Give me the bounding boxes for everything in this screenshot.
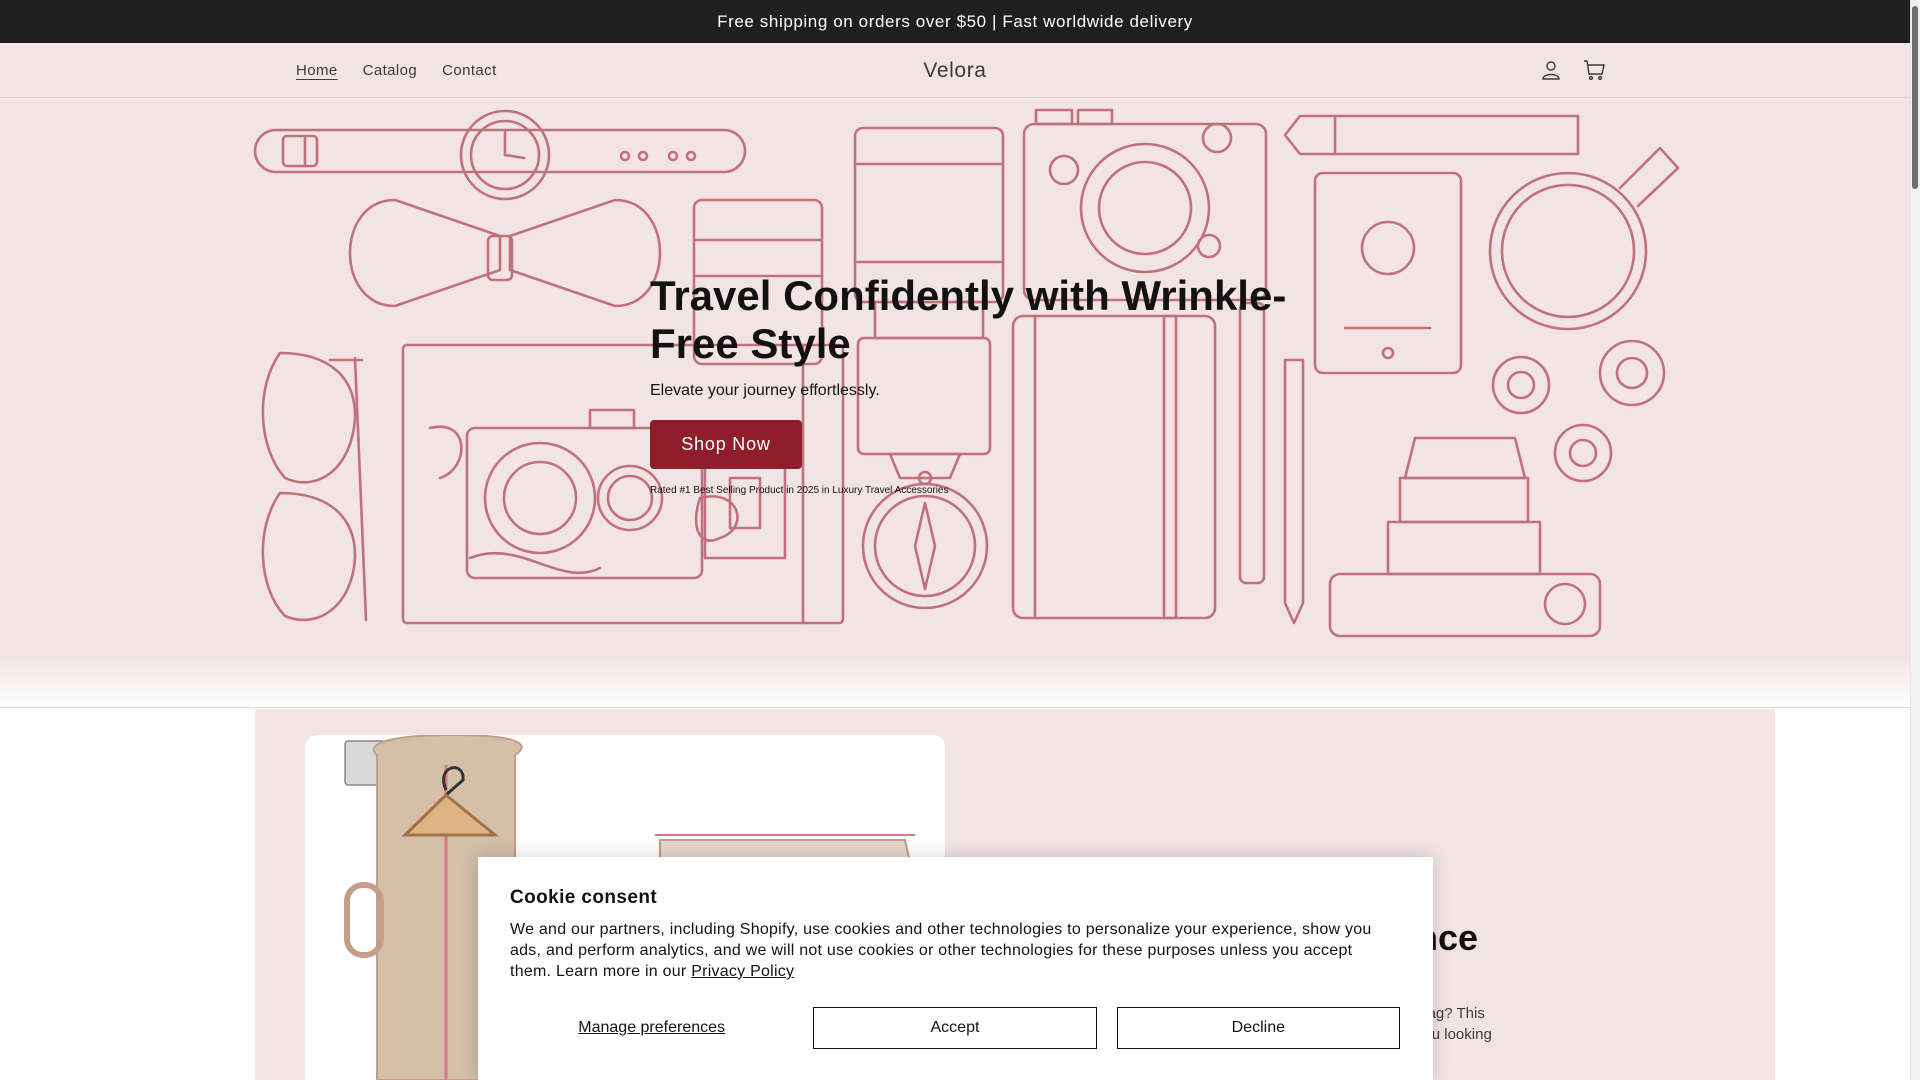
hero-rating-note: Rated #1 Best Selling Product in 2025 in… — [650, 485, 949, 496]
cookie-body: We and our partners, including Shopify, … — [510, 919, 1390, 982]
sunglasses-icon — [261, 351, 368, 622]
cart-icon[interactable] — [1580, 55, 1610, 85]
section-divider — [0, 658, 1910, 708]
mirror-icon — [1488, 146, 1680, 331]
bow-tie-icon — [348, 198, 662, 308]
privacy-policy-link[interactable]: Privacy Policy — [691, 963, 794, 980]
hero-subtitle: Elevate your journey effortlessly. — [650, 382, 880, 399]
hero-banner: Travel Confidently with Wrinkle-Free Sty… — [0, 98, 1910, 658]
brand-wrapper: Velora — [0, 43, 1910, 98]
account-icon[interactable] — [1536, 55, 1566, 85]
scrollbar-thumb[interactable] — [1912, 6, 1918, 189]
pencil-icon — [1283, 114, 1580, 156]
tape-icon — [1491, 339, 1666, 483]
main-nav: Home Catalog Contact — [296, 43, 497, 98]
nav-home[interactable]: Home — [296, 62, 338, 79]
accept-button[interactable]: Accept — [813, 1007, 1097, 1049]
page-scrollbar[interactable] — [1910, 0, 1920, 1080]
nav-contact[interactable]: Contact — [442, 62, 497, 79]
cookie-actions: Manage preferences Accept Decline — [510, 1007, 1400, 1049]
cookie-consent-dialog: Cookie consent We and our partners, incl… — [478, 857, 1433, 1080]
nav-catalog[interactable]: Catalog — [363, 62, 418, 79]
hero-content: Travel Confidently with Wrinkle-Free Sty… — [650, 272, 1290, 496]
brand-logo[interactable]: Velora — [923, 59, 986, 83]
cookie-body-text: We and our partners, including Shopify, … — [510, 921, 1372, 980]
watch-icon — [253, 109, 747, 201]
announcement-text: Free shipping on orders over $50 | Fast … — [717, 11, 1193, 31]
passport-icon — [1313, 171, 1463, 375]
decline-button[interactable]: Decline — [1116, 1007, 1400, 1049]
header-icons — [1536, 55, 1610, 85]
hero-title: Travel Confidently with Wrinkle-Free Sty… — [650, 272, 1287, 367]
manage-preferences-button[interactable]: Manage preferences — [510, 1007, 794, 1049]
announcement-bar: Free shipping on orders over $50 | Fast … — [0, 0, 1910, 43]
shop-now-button[interactable]: Shop Now — [650, 420, 802, 469]
cookie-title: Cookie consent — [510, 887, 658, 908]
site-header: Home Catalog Contact Velora — [0, 43, 1910, 98]
